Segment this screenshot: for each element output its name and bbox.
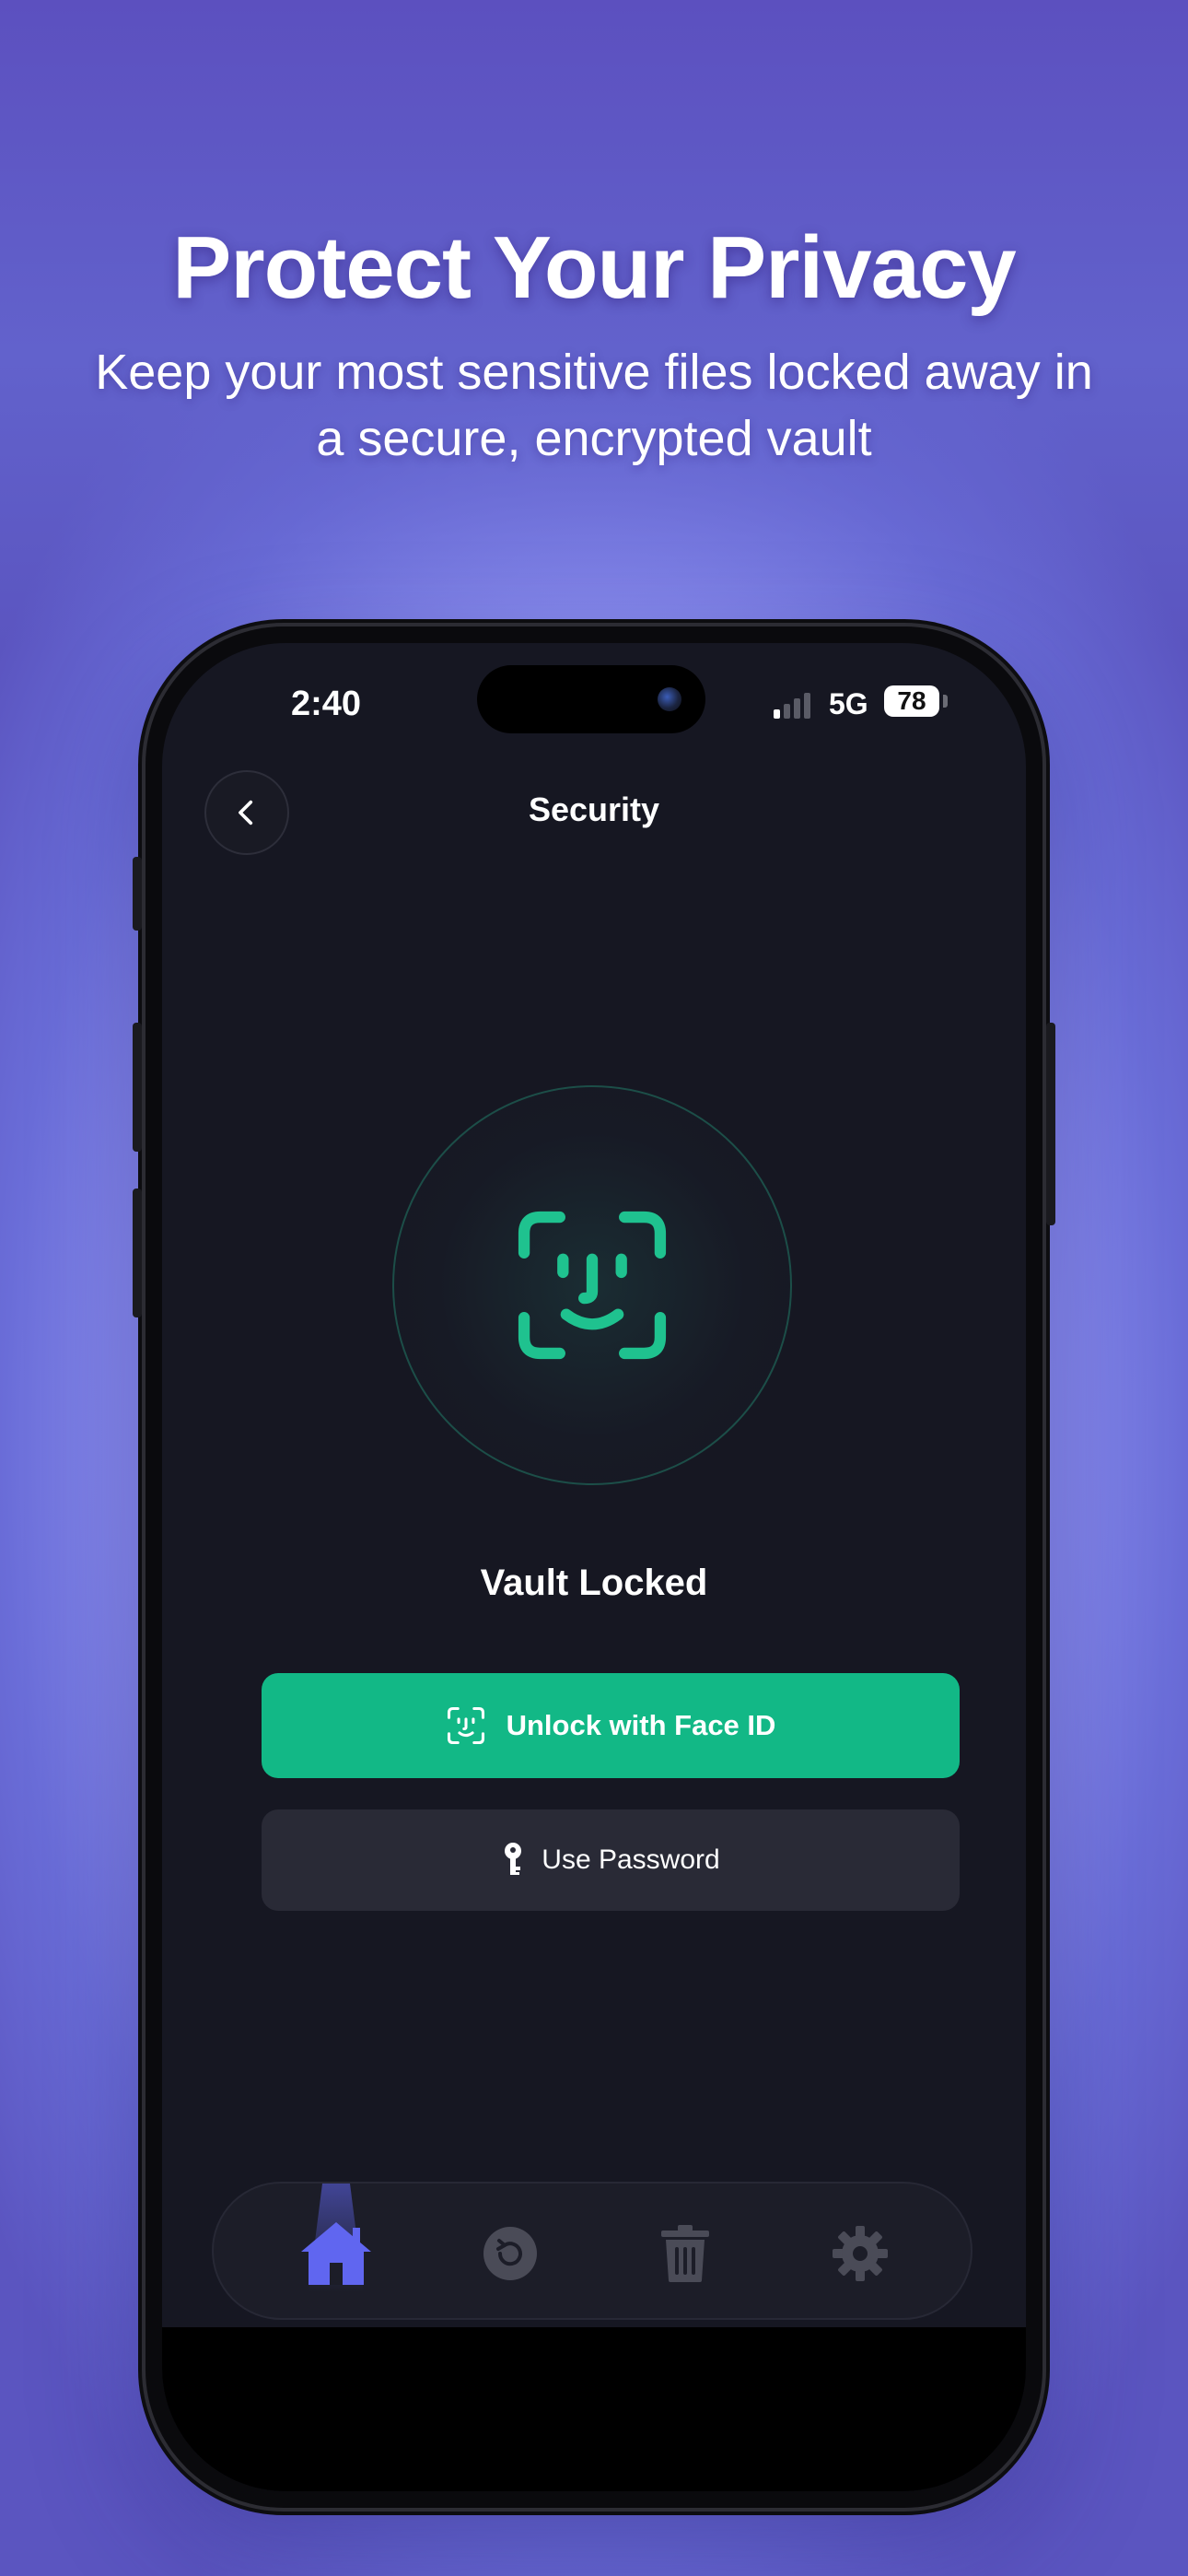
trash-icon: [661, 2225, 709, 2282]
network-label: 5G: [829, 687, 868, 720]
phone-volume-down-button: [133, 1188, 142, 1317]
vault-status: Vault Locked: [480, 1563, 708, 1603]
key-icon: [505, 1843, 522, 1875]
unlock-face-id-label: Unlock with Face ID: [506, 1709, 776, 1741]
face-id-icon: [518, 1211, 667, 1360]
promo-subhead: Keep your most sensitive files locked aw…: [95, 345, 1093, 466]
history-icon: [483, 2227, 537, 2280]
phone-power-button: [1046, 1023, 1055, 1225]
battery-tip: [943, 695, 948, 708]
use-password-button[interactable]: Use Password: [262, 1809, 960, 1911]
status-time: 2:40: [291, 685, 362, 723]
gear-icon: [833, 2226, 888, 2281]
phone-frame: 2:40 5G 78 Security Vault Locked Unlock …: [133, 626, 1055, 2508]
page-title: Security: [528, 790, 660, 828]
face-id-icon: [447, 1706, 484, 1745]
use-password-label: Use Password: [542, 1844, 720, 1875]
tab-bar: [212, 2182, 973, 2320]
tab-home[interactable]: [292, 2209, 380, 2298]
phone-action-button: [133, 857, 142, 931]
home-indicator-area: [162, 2327, 1026, 2491]
signal-icon: [774, 691, 810, 719]
dynamic-island: [477, 665, 705, 733]
camera-icon: [658, 687, 681, 711]
tab-trash[interactable]: [641, 2209, 729, 2298]
phone-volume-up-button: [133, 1023, 142, 1152]
home-icon: [301, 2222, 371, 2285]
battery-icon: 78: [884, 685, 939, 717]
unlock-face-id-button[interactable]: Unlock with Face ID: [262, 1673, 960, 1778]
promo-headline: Protect Your Privacy: [172, 218, 1017, 317]
promo-background: [0, 0, 1188, 645]
tab-settings[interactable]: [816, 2209, 904, 2298]
app-screen: 2:40 5G 78 Security Vault Locked Unlock …: [162, 643, 1026, 2491]
face-id-ring: [392, 1085, 792, 1485]
tab-history[interactable]: [466, 2209, 554, 2298]
